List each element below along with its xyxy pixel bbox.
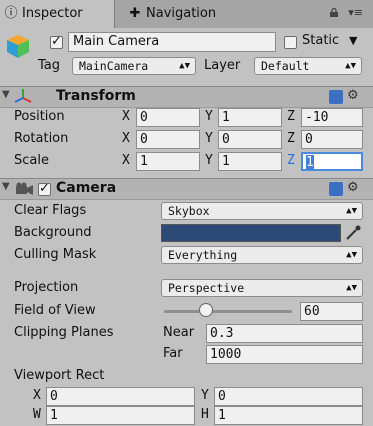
tag-label: Tag [38, 58, 61, 73]
projection-arrow-icon: ▲▼ [346, 283, 357, 293]
static-dropdown-icon[interactable]: ▼ [349, 34, 357, 47]
position-x-field[interactable]: 0 [136, 108, 200, 127]
clear-flags-arrow-icon: ▲▼ [346, 206, 357, 216]
projection-dropdown[interactable]: Perspective ▲▼ [161, 279, 363, 297]
fov-slider-thumb[interactable] [199, 303, 214, 317]
scale-z-field[interactable]: 1 [301, 152, 363, 171]
background-color-swatch[interactable] [161, 224, 341, 242]
transform-foldout-icon[interactable]: ▼ [2, 89, 10, 100]
static-checkbox[interactable] [284, 36, 297, 49]
camera-title: Camera [56, 180, 117, 196]
viewport-w-field[interactable]: 1 [46, 406, 195, 425]
layer-dropdown[interactable]: Default ▲▼ [254, 57, 362, 75]
tab-menu-icon[interactable]: ▾≡ [348, 6, 363, 19]
projection-value: Perspective [168, 281, 245, 295]
clear-flags-dropdown[interactable]: Skybox ▲▼ [161, 202, 363, 220]
culling-mask-label: Culling Mask [14, 247, 97, 262]
viewport-w-label[interactable]: W [33, 407, 41, 422]
rotation-y-label[interactable]: Y [205, 131, 213, 146]
gameobject-cube-icon [7, 35, 29, 58]
layer-dropdown-arrow-icon: ▲▼ [345, 61, 356, 71]
rotation-label: Rotation [14, 131, 69, 146]
scale-x-field[interactable]: 1 [136, 152, 200, 171]
tag-value: MainCamera [79, 59, 149, 73]
scale-z-value: 1 [306, 155, 314, 170]
layer-value: Default [261, 59, 310, 73]
tab-inspector[interactable]: ⓘ Inspector [0, 0, 115, 28]
rotation-z-field[interactable]: 0 [301, 130, 363, 149]
rotation-x-field[interactable]: 0 [136, 130, 200, 149]
viewport-y-label[interactable]: Y [201, 388, 209, 403]
camera-enabled-checkbox[interactable] [38, 181, 51, 196]
scale-label: Scale [14, 153, 49, 168]
viewport-h-label[interactable]: H [201, 407, 209, 422]
position-z-label[interactable]: Z [287, 109, 295, 124]
transform-axes-icon [14, 89, 32, 103]
settings-gear-icon[interactable]: ⚙ [347, 88, 359, 103]
clipping-planes-label: Clipping Planes [14, 325, 114, 340]
fov-label: Field of View [14, 303, 96, 318]
eyedropper-icon[interactable] [344, 224, 362, 242]
camera-foldout-icon[interactable]: ▼ [2, 181, 10, 192]
culling-mask-dropdown[interactable]: Everything ▲▼ [161, 246, 363, 264]
camera-icon [16, 182, 33, 195]
viewport-y-field[interactable]: 0 [214, 387, 363, 406]
info-icon: ⓘ [4, 6, 18, 21]
camera-help-icon[interactable] [329, 182, 343, 196]
tab-navigation-label: Navigation [146, 6, 217, 21]
background-label: Background [14, 225, 92, 240]
navigation-icon: ✚ [129, 6, 141, 21]
object-name-field[interactable]: Main Camera [68, 32, 276, 52]
position-label: Position [14, 109, 65, 124]
fov-field[interactable]: 60 [300, 302, 363, 321]
scale-x-label[interactable]: X [122, 153, 130, 168]
far-label[interactable]: Far [163, 346, 183, 361]
scale-y-label[interactable]: Y [205, 153, 213, 168]
lock-icon[interactable] [329, 8, 339, 17]
layer-label: Layer [204, 58, 241, 73]
position-x-label[interactable]: X [122, 109, 130, 124]
scale-y-field[interactable]: 1 [218, 152, 282, 171]
near-label[interactable]: Near [163, 325, 194, 340]
position-y-label[interactable]: Y [205, 109, 213, 124]
tag-dropdown[interactable]: MainCamera ▲▼ [72, 57, 196, 75]
active-checkbox[interactable] [50, 34, 63, 49]
far-field[interactable]: 1000 [206, 345, 363, 364]
position-y-field[interactable]: 1 [218, 108, 282, 127]
culling-mask-arrow-icon: ▲▼ [346, 250, 357, 260]
help-icon[interactable] [329, 90, 343, 104]
clear-flags-label: Clear Flags [14, 203, 87, 218]
static-label: Static [302, 33, 340, 48]
viewport-rect-label: Viewport Rect [14, 368, 105, 383]
rotation-x-label[interactable]: X [122, 131, 130, 146]
tag-dropdown-arrow-icon: ▲▼ [179, 61, 190, 71]
viewport-h-field[interactable]: 1 [214, 406, 363, 425]
tab-navigation[interactable]: ✚ Navigation [128, 0, 217, 28]
viewport-x-label[interactable]: X [33, 388, 41, 403]
projection-label: Projection [14, 280, 79, 295]
fov-slider-track[interactable] [164, 310, 292, 313]
clear-flags-value: Skybox [168, 204, 210, 218]
transform-title: Transform [56, 88, 136, 104]
position-z-field[interactable]: -10 [301, 108, 363, 127]
near-field[interactable]: 0.3 [206, 324, 363, 343]
culling-mask-value: Everything [168, 248, 238, 262]
camera-settings-gear-icon[interactable]: ⚙ [347, 180, 359, 195]
rotation-y-field[interactable]: 0 [218, 130, 282, 149]
scale-z-label[interactable]: Z [287, 153, 295, 168]
rotation-z-label[interactable]: Z [287, 131, 295, 146]
viewport-x-field[interactable]: 0 [46, 387, 195, 406]
tab-inspector-label: Inspector [22, 6, 83, 21]
